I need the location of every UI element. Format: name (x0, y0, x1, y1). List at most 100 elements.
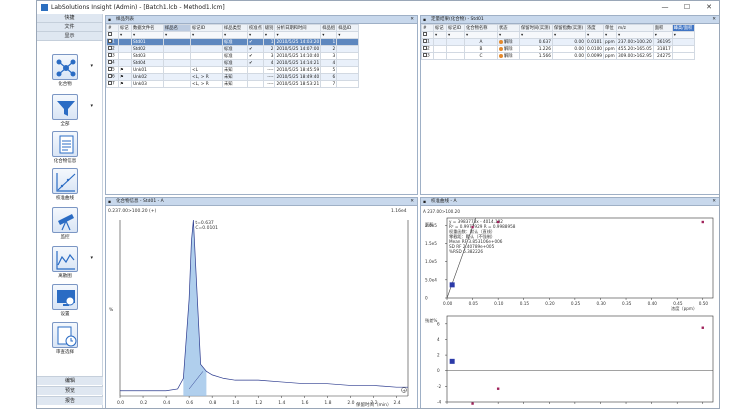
document-info-icon (52, 131, 78, 157)
table-row[interactable]: 7 ⚑ Unk03 <L, > R 未知 ---- 2010/5/25 18:53:21 7 (106, 80, 360, 88)
table-cell: 解除 (497, 38, 520, 46)
review-tool[interactable]: 审查选择 (47, 322, 83, 355)
tab-quick[interactable]: 快捷 (37, 14, 102, 23)
quant-results-title: 定量结果(化合物) - Std01 (431, 17, 484, 22)
filter-dropdown[interactable]: ▾ (247, 31, 264, 39)
close-icon[interactable]: ✕ (712, 16, 716, 24)
column-header[interactable]: 峰高/面积 (671, 24, 695, 32)
filter-tool[interactable]: 全部 ▾ (47, 94, 93, 127)
filter-dropdown[interactable]: ▾ (497, 31, 520, 39)
filter-dropdown[interactable]: ▾ (433, 31, 447, 39)
title-bar: LabSolutions Insight (Admin) - [Batch1.l… (37, 1, 719, 14)
filter-dropdown[interactable]: ▾ (552, 31, 586, 39)
filter-dropdown[interactable]: ▾ (274, 31, 322, 39)
table-cell: 6 (106, 73, 119, 81)
column-header[interactable]: 化合物名称 (464, 24, 498, 32)
filter-dropdown[interactable]: ▾ (519, 31, 553, 39)
table-cell (163, 59, 191, 67)
filter-dropdown[interactable]: ▾ (616, 31, 654, 39)
column-header[interactable]: 标记ID (190, 24, 223, 32)
column-header[interactable]: 浓度 (584, 24, 605, 32)
column-header[interactable]: 级别 (262, 24, 276, 32)
column-header[interactable]: 分析日期和时间 (274, 24, 322, 32)
minimize-button[interactable]: — (655, 2, 675, 13)
filter-dropdown[interactable]: ▾ (584, 31, 605, 39)
table-cell: ✔ (247, 59, 264, 67)
table-row[interactable]: 4 Std04 标准 ✔ 4 2010/5/25 14:14:21 4 (106, 59, 360, 67)
column-header[interactable]: 标记 (118, 24, 132, 32)
filter-dropdown[interactable]: ▾ (131, 31, 164, 39)
tab-display[interactable]: 显示 (37, 32, 102, 41)
table-cell (118, 52, 132, 60)
filter-dropdown[interactable]: ▾ (336, 31, 360, 39)
column-header[interactable]: 保留指数(实测) (552, 24, 586, 32)
close-icon[interactable]: ✕ (410, 198, 414, 206)
column-header[interactable]: 标记ID (446, 24, 465, 32)
chevron-down-icon[interactable]: ▾ (90, 255, 93, 261)
column-header[interactable]: 样品ID (336, 24, 360, 32)
table-cell: ⚑ (118, 80, 132, 88)
calibration-tool[interactable]: 校准曲线 (47, 168, 83, 201)
table-cell: 解除 (497, 45, 520, 53)
close-icon[interactable]: ✕ (712, 198, 716, 206)
table-row[interactable]: 3 C 解除 1.566 0.00 0.0099 ppm 309.00>162.95 24275 (421, 52, 695, 60)
tab-file[interactable]: 文件 (37, 23, 102, 32)
tab-report[interactable]: 报告 (37, 396, 103, 405)
monitor-tool[interactable]: 监控 (47, 207, 83, 240)
filter-dropdown[interactable]: ▾ (464, 31, 498, 39)
chevron-down-icon[interactable]: ▾ (90, 63, 93, 69)
filter-dropdown[interactable]: ▾ (446, 31, 465, 39)
table-row[interactable]: 5 ⚑ Unk01 <L 未知 ---- 2010/5/25 18:45:59 5 (106, 66, 360, 74)
chevron-down-icon[interactable]: ▾ (90, 103, 93, 109)
close-icon[interactable]: ✕ (410, 16, 414, 24)
table-row[interactable]: 2 B 解除 1.226 0.00 0.0100 ppm 455.20>165.05 31817 (421, 45, 695, 53)
column-header[interactable]: 样品组 (320, 24, 338, 32)
column-header[interactable]: 样品名 (163, 24, 191, 32)
filter-dropdown[interactable]: ▾ (222, 31, 248, 39)
compound-tool[interactable]: 化合物 ▾ (47, 54, 93, 87)
table-cell: Std02 (131, 45, 164, 53)
table-row[interactable]: 1 Std01 标准 ✔ 1 2010/5/25 14:03:20 1 (106, 38, 360, 46)
select-all-checkbox[interactable] (108, 32, 112, 37)
settings-tool[interactable]: 设置 (47, 284, 83, 317)
column-header[interactable]: 校准点 (247, 24, 264, 32)
table-row[interactable]: 1 A 解除 0.637 0.00 0.0101 ppm 237.00>100.20 36195 (421, 38, 695, 46)
column-header[interactable]: # (106, 24, 119, 32)
column-header[interactable]: 样品类型 (222, 24, 248, 32)
column-header[interactable]: 状态 (497, 24, 520, 32)
tab-edit[interactable]: 编辑 (37, 376, 103, 385)
maximize-button[interactable]: ☐ (677, 2, 697, 13)
calibration-chart[interactable]: A 237.00>100.20面积y = 3983773x - 4014.102… (421, 206, 720, 409)
filter-dropdown[interactable]: ▾ (190, 31, 223, 39)
table-row[interactable]: 3 Std03 标准 ✔ 3 2010/5/25 14:10:40 3 (106, 52, 360, 60)
compound-info-tool[interactable]: 化合物信息 (47, 131, 83, 164)
equation-line: %RSD 6.382226 (449, 249, 483, 254)
column-header[interactable]: 保留时间(实测) (519, 24, 553, 32)
filter-dropdown[interactable]: ▾ (163, 31, 191, 39)
residual-point (496, 387, 500, 390)
filter-dropdown[interactable]: ▾ (652, 31, 673, 39)
scatter-tool[interactable]: 离散图 ▾ (47, 246, 93, 279)
table-row[interactable]: 6 ⚑ Unk02 <L, > R 未知 ---- 2010/5/25 18:49:40 6 (106, 73, 360, 81)
filter-dropdown[interactable]: ▾ (118, 31, 132, 39)
filter-dropdown[interactable]: ▾ (262, 31, 276, 39)
column-header[interactable]: 数据文件名 (131, 24, 164, 32)
chromatogram-chart[interactable]: 0.237.00>100.20 (+) 1.16e4% 0.0 0.2 0.4 0.6 0.… (106, 206, 418, 409)
column-header[interactable]: 单位 (603, 24, 618, 32)
table-cell: ppm (603, 45, 618, 53)
filter-dropdown[interactable]: ▾ (671, 31, 695, 39)
table-row[interactable]: 2 Std02 标准 ✔ 2 2010/5/25 14:07:00 2 (106, 45, 360, 53)
tab-preview[interactable]: 预览 (37, 386, 103, 395)
column-header[interactable]: 标记 (433, 24, 447, 32)
close-button[interactable]: ✕ (699, 2, 719, 13)
column-header[interactable]: 面积 (652, 24, 673, 32)
table-cell: 2010/5/25 18:53:21 (274, 80, 322, 88)
quant-table: # 标记 标记ID 化合物名称 状态 保留时间(实测) 保留指数(实测) 浓度 … (421, 24, 695, 60)
column-header[interactable]: m/z (616, 24, 654, 32)
column-header[interactable]: # (421, 24, 434, 32)
filter-dropdown[interactable]: ▾ (603, 31, 618, 39)
table-cell (446, 45, 465, 53)
select-all-checkbox[interactable] (423, 32, 427, 37)
filter-dropdown[interactable]: ▾ (320, 31, 338, 39)
x-tick-label: 0.40 (648, 301, 658, 306)
